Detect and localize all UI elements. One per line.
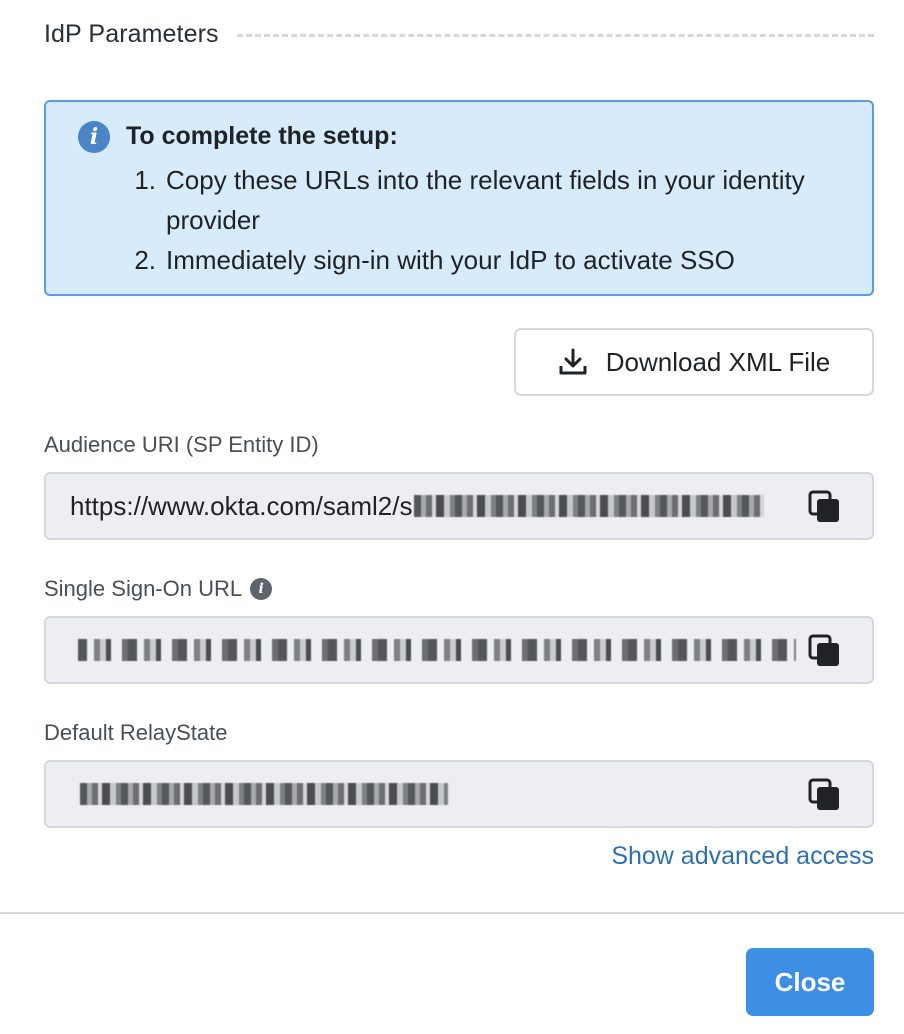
step-text: Immediately sign-in with your IdP to act… [166,245,735,275]
callout-title: To complete the setup: [126,122,398,150]
close-button[interactable]: Close [746,948,874,1016]
step-text: Copy these URLs into the relevant fields… [166,165,805,235]
info-icon[interactable]: i [250,578,273,600]
audience-uri-label: Audience URI (SP Entity ID) [44,432,319,458]
relay-state-value [70,762,810,826]
download-icon [559,348,587,375]
section-divider [236,33,874,37]
copy-icon[interactable] [808,490,842,524]
footer-divider [0,912,904,914]
redacted-value [414,495,765,517]
setup-info-callout: i To complete the setup: 1. Copy these U… [44,100,874,296]
show-advanced-access-link[interactable]: Show advanced access [611,842,874,871]
relay-state-field[interactable] [44,760,874,828]
relay-state-label-text: Default RelayState [44,720,228,745]
download-button-label: Download XML File [605,346,831,377]
sso-url-label: Single Sign-On URL i [44,576,273,602]
redacted-value [78,639,796,661]
audience-uri-value: https://www.okta.com/saml2/s [70,474,810,538]
setup-step: 2. Immediately sign-in with your IdP to … [126,240,846,280]
download-xml-button[interactable]: Download XML File [514,328,874,396]
section-title: IdP Parameters [44,19,219,48]
relay-state-label: Default RelayState [44,720,227,746]
setup-step: 1. Copy these URLs into the relevant fie… [126,160,846,240]
sso-url-field[interactable] [44,616,874,684]
audience-uri-text: https://www.okta.com/saml2/s [70,490,413,521]
audience-uri-label-text: Audience URI (SP Entity ID) [44,432,319,457]
section-header: IdP Parameters [44,14,874,54]
step-number: 2. [134,245,156,275]
copy-icon[interactable] [808,634,842,668]
redacted-value [80,783,448,805]
copy-icon[interactable] [808,778,842,812]
audience-uri-field[interactable]: https://www.okta.com/saml2/s [44,472,874,540]
setup-steps-list: 1. Copy these URLs into the relevant fie… [126,160,846,280]
info-circle-icon: i [78,121,110,153]
sso-url-label-text: Single Sign-On URL [44,576,243,601]
step-number: 1. [134,165,156,195]
sso-url-value [70,618,810,682]
